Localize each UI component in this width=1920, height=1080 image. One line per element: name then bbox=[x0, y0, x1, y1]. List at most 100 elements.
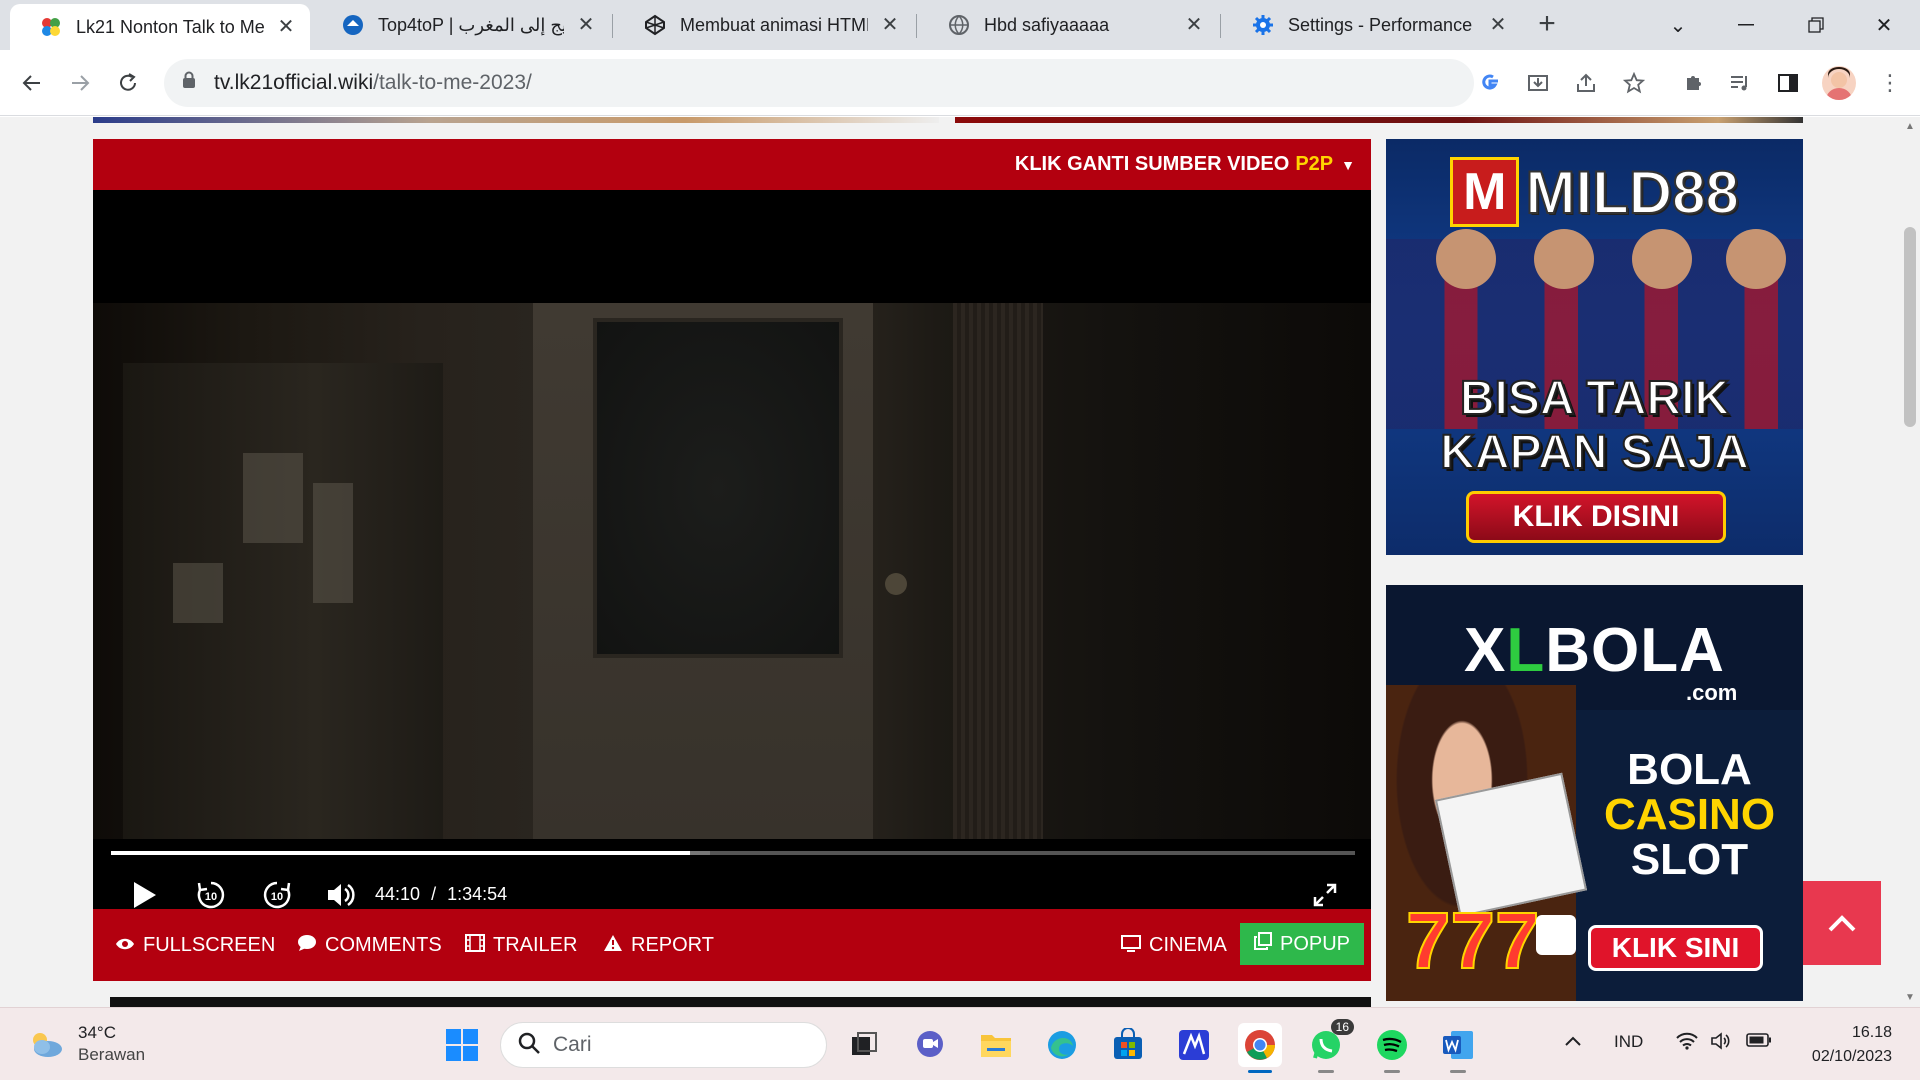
tab-hbd[interactable]: Hbd safiyaaaaa ✕ bbox=[918, 0, 1218, 50]
more-menu-icon[interactable]: ⋮ bbox=[1874, 67, 1906, 99]
chrome-icon[interactable] bbox=[1238, 1023, 1282, 1073]
scrollbar-thumb[interactable] bbox=[1904, 227, 1916, 427]
scene-blind bbox=[953, 303, 1043, 839]
popup-label: POPUP bbox=[1279, 932, 1351, 955]
close-tab-icon[interactable]: ✕ bbox=[1488, 15, 1508, 35]
profile-avatar[interactable] bbox=[1822, 66, 1856, 100]
close-tab-icon[interactable]: ✕ bbox=[1184, 15, 1204, 35]
time-display: 44:10 / 1:34:54 bbox=[375, 884, 507, 905]
source-label: KLIK GANTI SUMBER VIDEO bbox=[1014, 153, 1290, 175]
ad1-cta-button[interactable]: KLIK DISINI bbox=[1466, 491, 1726, 543]
volume-icon[interactable] bbox=[323, 877, 359, 913]
tab-lk21[interactable]: Lk21 Nonton Talk to Me ( ✕ bbox=[10, 4, 310, 50]
start-button[interactable] bbox=[440, 1023, 484, 1067]
forward-seconds: 10 bbox=[271, 891, 283, 903]
ad1-headline-1: BISA TARIK bbox=[1459, 371, 1730, 426]
microsoft-store-icon[interactable] bbox=[1106, 1023, 1150, 1067]
minimize-button[interactable] bbox=[1726, 8, 1766, 42]
tab-search-icon[interactable]: ⌄ bbox=[1658, 8, 1698, 42]
extensions-puzzle-icon[interactable] bbox=[1678, 67, 1710, 99]
tab-codepen[interactable]: Membuat animasi HTML ✕ bbox=[614, 0, 914, 50]
ad-banner-mild88[interactable]: M MILD88 BISA TARIK KAPAN SAJA KLIK DISIN… bbox=[1386, 139, 1803, 555]
forward-arrow-icon[interactable] bbox=[60, 63, 100, 103]
ad1-headline-2: KAPAN SAJA bbox=[1439, 425, 1749, 480]
video-player[interactable]: KLIK GANTI SUMBER VIDEO P2P ▼ 10 10 44:1… bbox=[93, 139, 1371, 981]
page-scrollbar[interactable]: ▲ ▼ bbox=[1900, 117, 1920, 1007]
eye-icon bbox=[115, 935, 135, 956]
new-tab-button[interactable]: + bbox=[1532, 9, 1562, 40]
lucky-sevens-icon: 777 bbox=[1405, 895, 1540, 986]
file-explorer-icon[interactable] bbox=[974, 1023, 1018, 1067]
whatsapp-icon[interactable]: 16 bbox=[1304, 1019, 1354, 1073]
tab-top4top[interactable]: Top4toP | طليج إلى المغرب ✕ bbox=[312, 0, 610, 50]
bookmark-star-icon[interactable] bbox=[1618, 67, 1650, 99]
close-tab-icon[interactable]: ✕ bbox=[576, 15, 596, 35]
forward-10-button[interactable]: 10 bbox=[259, 877, 295, 913]
cloud-sun-icon bbox=[33, 1033, 62, 1057]
media-control-icon[interactable] bbox=[1724, 67, 1756, 99]
scroll-up-arrow-icon[interactable]: ▲ bbox=[1900, 121, 1920, 132]
scene-note bbox=[173, 563, 223, 623]
tab-title: Settings - Performance bbox=[1288, 14, 1473, 35]
task-view-icon[interactable] bbox=[842, 1023, 886, 1067]
fullscreen-button[interactable]: FULLSCREEN bbox=[115, 927, 275, 963]
show-hidden-icons-chevron-icon[interactable] bbox=[1564, 1032, 1582, 1052]
speaker-icon[interactable] bbox=[1710, 1032, 1732, 1055]
address-bar[interactable]: tv.lk21official.wiki/talk-to-me-2023/ bbox=[164, 59, 1474, 107]
wifi-icon[interactable] bbox=[1676, 1032, 1698, 1055]
expand-icon[interactable] bbox=[1307, 877, 1343, 913]
scene-note bbox=[313, 483, 353, 603]
close-window-button[interactable]: ✕ bbox=[1864, 8, 1904, 42]
trailer-button[interactable]: TRAILER bbox=[465, 927, 577, 963]
rewind-10-button[interactable]: 10 bbox=[193, 877, 229, 913]
ad-player-head bbox=[1534, 229, 1594, 289]
play-button[interactable] bbox=[127, 877, 163, 913]
seek-bar[interactable] bbox=[111, 851, 1355, 855]
teams-chat-icon[interactable] bbox=[908, 1023, 952, 1067]
ad2-line-2: CASINO bbox=[1603, 790, 1776, 839]
taskbar-search[interactable]: Cari bbox=[500, 1022, 827, 1068]
clock-date: 02/10/2023 bbox=[1811, 1048, 1892, 1065]
rewind-seconds: 10 bbox=[205, 891, 217, 903]
editor-app-icon[interactable] bbox=[1172, 1023, 1216, 1067]
ad2-line-1: BOLA bbox=[1627, 745, 1752, 794]
next-section-bar bbox=[110, 997, 1371, 1007]
popup-button[interactable]: POPUP bbox=[1240, 923, 1364, 965]
install-app-icon[interactable] bbox=[1522, 67, 1554, 99]
source-selector[interactable]: KLIK GANTI SUMBER VIDEO P2P ▼ bbox=[93, 139, 1371, 190]
edge-browser-icon[interactable] bbox=[1040, 1023, 1084, 1067]
scene-fridge bbox=[123, 363, 443, 839]
battery-icon[interactable] bbox=[1746, 1032, 1772, 1053]
source-value: P2P bbox=[1295, 153, 1334, 175]
xlbola-logo-rest: BOLA bbox=[1545, 616, 1725, 685]
xlbola-logo-suffix: .com bbox=[1686, 680, 1738, 705]
weather-widget[interactable]: 34°C Berawan bbox=[26, 1022, 145, 1066]
back-arrow-icon[interactable] bbox=[12, 63, 52, 103]
word-icon[interactable] bbox=[1436, 1023, 1480, 1073]
reload-icon[interactable] bbox=[108, 63, 148, 103]
language-indicator[interactable]: IND bbox=[1614, 1032, 1643, 1052]
current-time: 44:10 bbox=[375, 884, 421, 904]
ad2-cta-button[interactable]: KLIK SINI bbox=[1588, 925, 1763, 971]
restore-button[interactable] bbox=[1796, 8, 1836, 42]
video-frame[interactable] bbox=[93, 303, 1371, 839]
cinema-button[interactable]: CINEMA bbox=[1121, 927, 1227, 963]
close-tab-icon[interactable]: ✕ bbox=[276, 17, 296, 37]
report-button[interactable]: REPORT bbox=[603, 927, 714, 963]
spotify-icon[interactable] bbox=[1370, 1023, 1414, 1073]
back-to-top-button[interactable] bbox=[1803, 881, 1881, 965]
scroll-down-arrow-icon[interactable]: ▼ bbox=[1900, 992, 1920, 1003]
share-icon[interactable] bbox=[1570, 67, 1602, 99]
side-panel-icon[interactable] bbox=[1772, 67, 1804, 99]
tab-settings[interactable]: Settings - Performance ✕ bbox=[1222, 0, 1522, 50]
tab-title: Lk21 Nonton Talk to Me ( bbox=[76, 16, 264, 37]
search-placeholder: Cari bbox=[553, 1033, 592, 1056]
comments-button[interactable]: COMMENTS bbox=[297, 927, 442, 963]
ad-banner-xlbola[interactable]: XLBOLA .com 777 BOLA CASINO SLOT KLIK SI… bbox=[1386, 585, 1803, 1001]
web-page: KLIK GANTI SUMBER VIDEO P2P ▼ 10 10 44:1… bbox=[0, 117, 1900, 1007]
system-clock[interactable]: 16.18 02/10/2023 bbox=[1796, 1021, 1892, 1069]
xlbola-logo: XLBOLA bbox=[1386, 615, 1803, 686]
close-tab-icon[interactable]: ✕ bbox=[880, 15, 900, 35]
google-lens-icon[interactable] bbox=[1474, 67, 1506, 99]
tab-divider bbox=[916, 14, 917, 38]
